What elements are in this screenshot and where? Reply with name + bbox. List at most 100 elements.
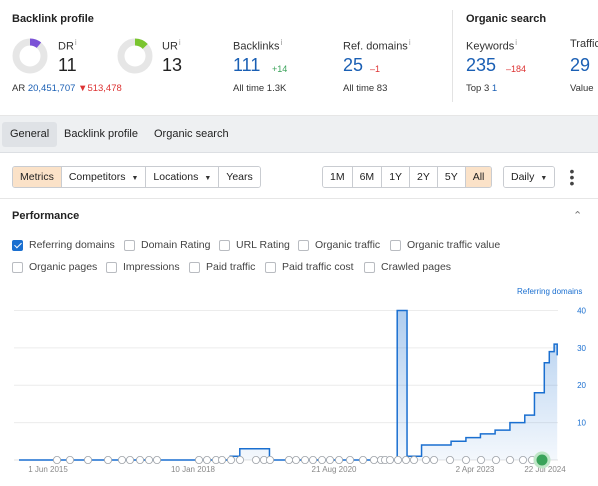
chevron-up-icon[interactable]: ⌃ <box>573 209 582 222</box>
range-2y[interactable]: 2Y <box>410 167 438 187</box>
checkbox-domain-rating[interactable]: Domain Rating <box>124 239 210 251</box>
metrics-button[interactable]: Metrics <box>13 167 62 187</box>
x-tick-label: 1 Jun 2015 <box>28 465 68 474</box>
checkbox-organic-traffic-value[interactable]: Organic traffic value <box>390 239 500 251</box>
tab-general[interactable]: General <box>2 122 58 147</box>
range-5y[interactable]: 5Y <box>437 167 466 187</box>
annotation-marker-icon <box>251 455 260 464</box>
current-marker-icon <box>533 451 551 469</box>
traffic-label[interactable]: Traffic <box>570 38 598 50</box>
annotation-marker-icon <box>429 455 438 464</box>
annotation-marker-icon <box>401 455 410 464</box>
annotation-marker-icon <box>421 455 430 464</box>
annotation-marker-icon <box>84 455 93 464</box>
section-divider <box>452 10 453 102</box>
backlinks-value[interactable]: 111 <box>233 55 260 76</box>
chevron-down-icon: ▼ <box>204 175 212 182</box>
annotation-marker-icon <box>393 455 402 464</box>
annotation-marker-icon <box>369 455 378 464</box>
annotation-marker-icon <box>291 455 300 464</box>
metrics-header: Backlink profile DRi 11 URi 13 AR 20,451… <box>0 0 598 116</box>
keywords-label[interactable]: Keywordsi <box>466 38 517 53</box>
traffic-value[interactable]: 29 <box>570 55 590 76</box>
annotation-marker-icon <box>317 455 326 464</box>
checkbox-icon <box>219 239 230 251</box>
competitors-dropdown[interactable]: Competitors ▼ <box>61 167 147 187</box>
range-all[interactable]: All <box>465 167 492 187</box>
annotation-marker-icon <box>345 455 354 464</box>
interval-dropdown[interactable]: Daily ▼ <box>504 167 555 187</box>
ar-value[interactable]: 20,451,707 <box>28 83 76 94</box>
ur-label[interactable]: URi <box>162 38 181 53</box>
checkbox-paid-traffic-cost[interactable]: Paid traffic cost <box>265 261 354 273</box>
dr-value: 11 <box>58 55 77 75</box>
checkbox-icon <box>12 261 23 273</box>
ref-domains-value[interactable]: 25 <box>343 55 363 76</box>
checkbox-icon <box>124 239 135 251</box>
annotation-marker-icon <box>144 455 153 464</box>
annotation-marker-icon <box>118 455 127 464</box>
annotation-marker-icon <box>217 455 226 464</box>
annotation-marker-icon <box>385 455 394 464</box>
ar-delta: ▼513,478 <box>78 83 122 94</box>
performance-chart[interactable]: 10 20 30 40 1 Jun 2015 10 Jan 2018 21 Aug 2020… <box>0 279 598 486</box>
annotation-marker-icon <box>334 455 343 464</box>
annotation-marker-icon <box>53 455 62 464</box>
keywords-delta: –184 <box>506 64 527 74</box>
locations-dropdown[interactable]: Locations ▼ <box>146 167 220 187</box>
annotation-marker-icon <box>445 455 454 464</box>
checkbox-icon <box>298 239 309 251</box>
keywords-value[interactable]: 235 <box>466 55 496 76</box>
annotation-marker-icon <box>194 455 203 464</box>
dr-label[interactable]: DRi <box>58 38 77 53</box>
range-1y[interactable]: 1Y <box>382 167 411 187</box>
range-group: 1M 6M 1Y 2Y 5Y All <box>322 166 493 188</box>
checkbox-paid-traffic[interactable]: Paid traffic <box>189 261 255 273</box>
annotation-marker-icon <box>202 455 211 464</box>
metrics-filter-group: Metrics Competitors ▼ Locations ▼ Years <box>12 166 261 188</box>
checkbox-organic-traffic[interactable]: Organic traffic <box>298 239 380 251</box>
more-options-icon[interactable]: • • • <box>568 164 576 190</box>
tab-organic-search[interactable]: Organic search <box>146 122 237 147</box>
checkbox-impressions[interactable]: Impressions <box>106 261 180 273</box>
backlinks-label[interactable]: Backlinksi <box>233 38 282 53</box>
checkbox-icon <box>364 261 375 273</box>
ref-domains-label[interactable]: Ref. domainsi <box>343 38 411 53</box>
keywords-top3: Top 3 1 <box>466 83 498 94</box>
annotation-marker-icon <box>505 455 514 464</box>
tab-backlink-profile[interactable]: Backlink profile <box>56 122 146 147</box>
backlinks-delta: +14 <box>272 64 288 74</box>
backlink-profile-title: Backlink profile <box>12 13 94 25</box>
ref-domains-delta: –1 <box>370 64 381 74</box>
annotation-marker-icon <box>491 455 500 464</box>
annotation-marker-icon <box>104 455 113 464</box>
range-1m[interactable]: 1M <box>323 167 353 187</box>
ur-value: 13 <box>162 55 183 75</box>
checkbox-icon <box>106 261 117 273</box>
checkbox-referring-domains[interactable]: Referring domains <box>12 239 115 251</box>
organic-search-title: Organic search <box>466 13 547 25</box>
annotation-marker-icon <box>265 455 274 464</box>
x-tick-label: 2 Apr 2023 <box>456 465 495 474</box>
annotation-marker-icon <box>325 455 334 464</box>
y-tick-label: 10 <box>577 419 586 428</box>
x-tick-label: 21 Aug 2020 <box>312 465 357 474</box>
annotation-marker-icon <box>476 455 485 464</box>
checkbox-icon <box>390 239 401 251</box>
annotation-marker-icon <box>66 455 75 464</box>
annotation-marker-icon <box>226 455 235 464</box>
checkbox-crawled-pages[interactable]: Crawled pages <box>364 261 451 273</box>
x-tick-label: 10 Jan 2018 <box>171 465 216 474</box>
checkbox-organic-pages[interactable]: Organic pages <box>12 261 97 273</box>
annotation-marker-icon <box>135 455 144 464</box>
chart-svg: 10 20 30 40 1 Jun 2015 10 Jan 2018 21 Aug 2020… <box>14 306 587 474</box>
range-6m[interactable]: 6M <box>352 167 383 187</box>
traffic-value-sub: Value <box>570 83 594 94</box>
y-tick-label: 40 <box>577 306 586 315</box>
ar-row: AR 20,451,707 ▼513,478 <box>12 83 122 94</box>
annotation-marker-icon <box>308 455 317 464</box>
annotation-marker-icon <box>409 455 418 464</box>
years-button[interactable]: Years <box>219 167 260 187</box>
checkbox-url-rating[interactable]: URL Rating <box>219 239 290 251</box>
y-tick-label: 20 <box>577 381 586 390</box>
